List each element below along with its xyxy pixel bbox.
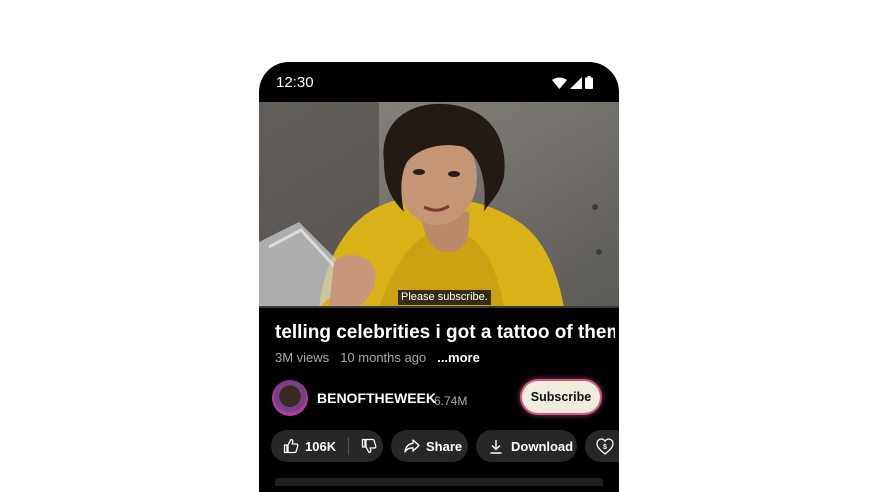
heart-dollar-icon: $ <box>596 437 614 455</box>
channel-row: BENOFTHEWEEK 6.74M Subscribe <box>272 379 612 417</box>
upload-age: 10 months ago <box>340 350 427 365</box>
video-metadata: 3M views 10 months ago ...more <box>275 350 480 365</box>
like-count[interactable]: 106K <box>305 439 336 454</box>
thumbs-up-icon[interactable] <box>283 438 299 454</box>
share-button[interactable]: Share <box>391 430 468 462</box>
video-player[interactable]: Please subscribe. <box>259 102 619 307</box>
comments-preview-edge[interactable] <box>275 478 603 486</box>
status-bar: 12:30 <box>259 62 619 102</box>
phone-frame: 12:30 Please subscribe. telling celebrit… <box>259 62 619 492</box>
view-count: 3M views <box>275 350 330 365</box>
cell-signal-icon <box>570 76 582 89</box>
video-caption: Please subscribe. <box>398 290 491 305</box>
battery-icon <box>585 76 593 89</box>
video-progress-bar[interactable] <box>259 306 619 308</box>
download-label: Download <box>511 438 574 454</box>
wifi-icon <box>552 77 567 89</box>
share-label: Share <box>426 438 463 454</box>
svg-text:$: $ <box>603 444 607 451</box>
video-frame-image <box>259 102 619 307</box>
thumbs-down-icon[interactable] <box>361 438 377 454</box>
thanks-button[interactable]: $ <box>585 430 619 462</box>
action-bar: 106K Share Download $ <box>271 430 619 462</box>
more-description-link[interactable]: ...more <box>437 350 480 365</box>
channel-name[interactable]: BENOFTHEWEEK <box>317 390 436 406</box>
video-title[interactable]: telling celebrities i got a tattoo of th… <box>275 322 615 344</box>
like-dislike-pill: 106K <box>271 430 383 462</box>
system-icons <box>552 76 593 89</box>
status-time: 12:30 <box>276 74 314 91</box>
channel-avatar[interactable] <box>272 380 308 416</box>
subscribe-button[interactable]: Subscribe <box>522 381 600 413</box>
subscriber-count: 6.74M <box>434 394 468 408</box>
download-button[interactable]: Download <box>476 430 577 462</box>
like-divider <box>348 437 350 455</box>
download-icon <box>490 439 502 454</box>
share-icon <box>404 439 420 453</box>
